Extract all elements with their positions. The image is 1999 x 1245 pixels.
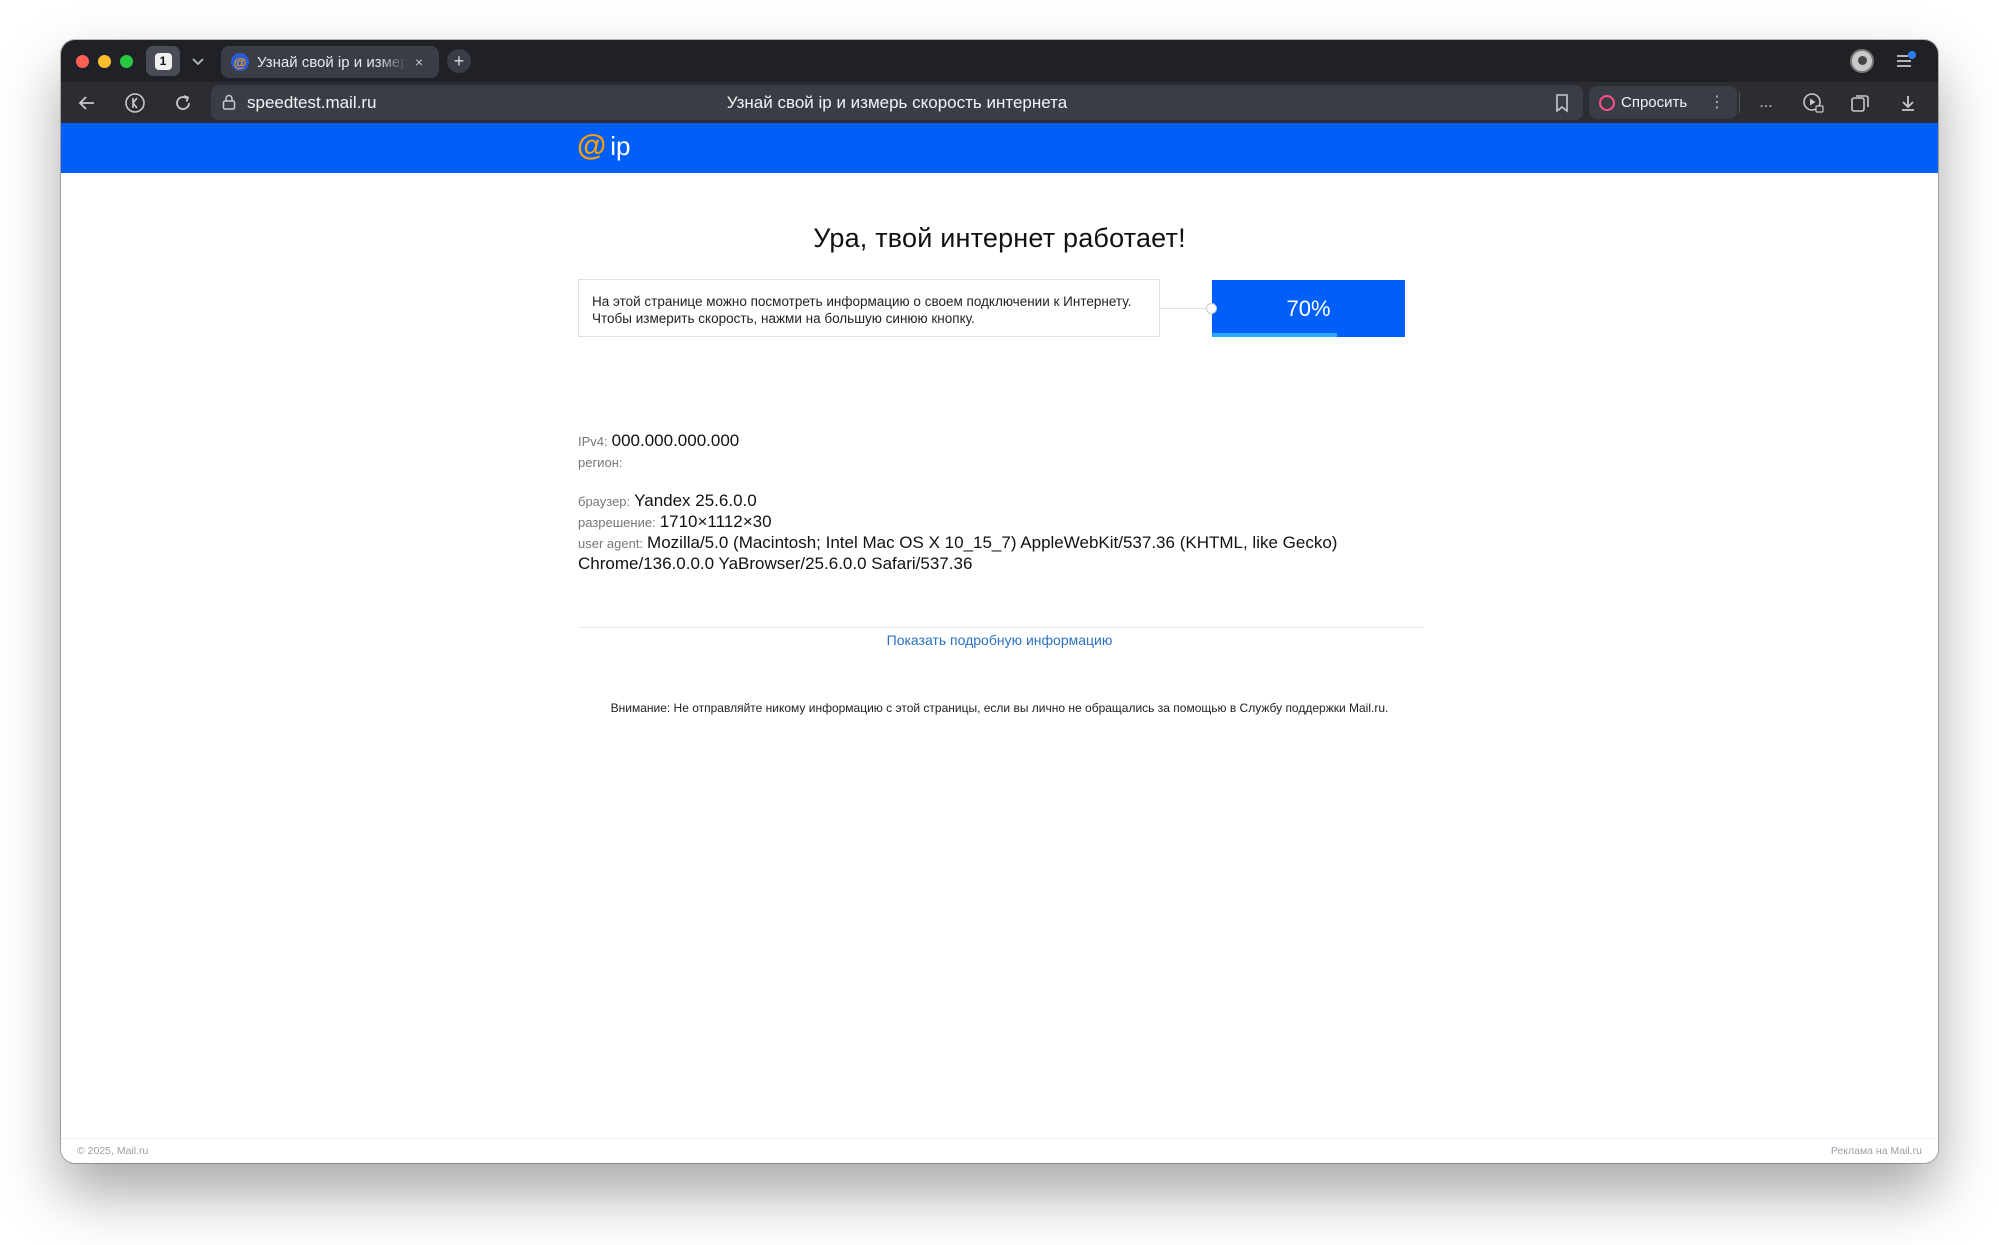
minimize-window-button[interactable] bbox=[98, 55, 111, 68]
page-footer: © 2025, Mail.ru Реклама на Mail.ru bbox=[61, 1138, 1938, 1163]
close-window-button[interactable] bbox=[76, 55, 89, 68]
tab-close-icon[interactable]: × bbox=[415, 54, 423, 70]
user-agent-line-1: Mozilla/5.0 (Macintosh; Intel Mac OS X 1… bbox=[647, 533, 1338, 552]
page-title: Узнай свой ip и измерь скорость интернет… bbox=[726, 93, 1068, 112]
region-row: регион: bbox=[578, 452, 626, 472]
resolution-row: разрешение: 1710×1112×30 bbox=[578, 512, 772, 532]
ipv4-label: IPv4: bbox=[578, 434, 608, 449]
browser-row: браузер: Yandex 25.6.0.0 bbox=[578, 491, 757, 511]
back-arrow-icon[interactable] bbox=[75, 91, 99, 115]
tab-counter-button[interactable]: 1 bbox=[146, 46, 180, 76]
toolbar-divider bbox=[1739, 92, 1740, 113]
address-bar[interactable]: speedtest.mail.ru Узнай свой ip и измерь… bbox=[211, 85, 1583, 120]
page-headline: Ура, твой интернет работает! bbox=[813, 223, 1186, 253]
logo-at-mark: @ bbox=[577, 129, 607, 162]
tab-count: 1 bbox=[154, 52, 172, 70]
show-details-link-text[interactable]: Показать подробную информацию bbox=[887, 632, 1113, 648]
mailru-favicon-icon: @ bbox=[231, 53, 249, 71]
player-icon[interactable] bbox=[1801, 91, 1825, 115]
connector-dot bbox=[1206, 303, 1217, 314]
speed-test-progress-fill bbox=[1212, 333, 1338, 337]
section-divider bbox=[578, 627, 1423, 628]
site-header: @ ip bbox=[61, 123, 1938, 173]
region-label: регион: bbox=[578, 455, 623, 470]
maximize-window-button[interactable] bbox=[120, 55, 133, 68]
new-tab-button[interactable]: + bbox=[447, 49, 471, 73]
menu-icon[interactable] bbox=[1894, 50, 1918, 72]
speed-test-progress-track bbox=[1212, 333, 1405, 337]
user-agent-continuation: Chrome/136.0.0.0 YaBrowser/25.6.0.0 Safa… bbox=[578, 554, 972, 574]
ask-menu-icon[interactable]: ⋮ bbox=[1709, 92, 1725, 112]
collections-icon[interactable] bbox=[1848, 91, 1872, 115]
browser-label: браузер: bbox=[578, 494, 631, 509]
bookmark-icon[interactable] bbox=[1551, 92, 1573, 114]
advertising-link[interactable]: Реклама на Mail.ru bbox=[1831, 1145, 1922, 1157]
reload-icon[interactable] bbox=[171, 91, 195, 115]
support-warning: Внимание: Не отправляйте никому информац… bbox=[610, 701, 1389, 715]
user-agent-label: user agent: bbox=[578, 536, 644, 551]
speed-test-button[interactable]: 70% bbox=[1212, 280, 1405, 337]
ask-button[interactable]: Спросить ⋮ bbox=[1589, 86, 1737, 119]
speed-test-progress-label: 70% bbox=[1286, 295, 1331, 321]
alice-icon bbox=[1599, 94, 1615, 111]
page-viewport: @ ip Ура, твой интернет работает! На это… bbox=[61, 123, 1938, 1163]
intro-box: На этой странице можно посмотреть информ… bbox=[578, 279, 1160, 337]
tab-strip: 1 @ Узнай свой ip и измерь скорость инте… bbox=[61, 40, 1938, 82]
user-agent-row: user agent: Mozilla/5.0 (Macintosh; Intel… bbox=[578, 533, 1337, 553]
resolution-label: разрешение: bbox=[578, 515, 656, 530]
profile-icon[interactable] bbox=[1850, 49, 1874, 73]
site-logo[interactable]: @ ip bbox=[577, 129, 631, 162]
ipv4-value: 000.000.000.000 bbox=[611, 431, 740, 450]
tab-active[interactable]: @ Узнай свой ip и измерь скорость интерн… bbox=[221, 46, 439, 78]
logo-text: ip bbox=[610, 131, 631, 161]
chevron-down-icon[interactable] bbox=[187, 50, 209, 72]
download-icon[interactable] bbox=[1896, 91, 1920, 115]
tab-title: Узнай свой ip и измерь скорость интернет… bbox=[257, 53, 407, 71]
notification-dot bbox=[1908, 51, 1916, 59]
show-details-link[interactable]: Показать подробную информацию bbox=[61, 632, 1938, 648]
yandex-icon[interactable] bbox=[123, 91, 147, 115]
ipv4-row: IPv4: 000.000.000.000 bbox=[578, 431, 739, 451]
address-toolbar: speedtest.mail.ru Узнай свой ip и измерь… bbox=[61, 82, 1938, 123]
connector-line bbox=[1160, 308, 1212, 309]
more-button[interactable]: ... bbox=[1754, 91, 1778, 115]
copyright: © 2025, Mail.ru bbox=[77, 1145, 149, 1157]
resolution-value: 1710×1112×30 bbox=[659, 512, 772, 531]
browser-window: 1 @ Узнай свой ip и измерь скорость инте… bbox=[61, 40, 1938, 1163]
user-agent-line-2: Chrome/136.0.0.0 YaBrowser/25.6.0.0 Safa… bbox=[578, 554, 973, 573]
browser-value: Yandex 25.6.0.0 bbox=[634, 491, 757, 510]
ask-label: Спросить bbox=[1621, 94, 1688, 111]
